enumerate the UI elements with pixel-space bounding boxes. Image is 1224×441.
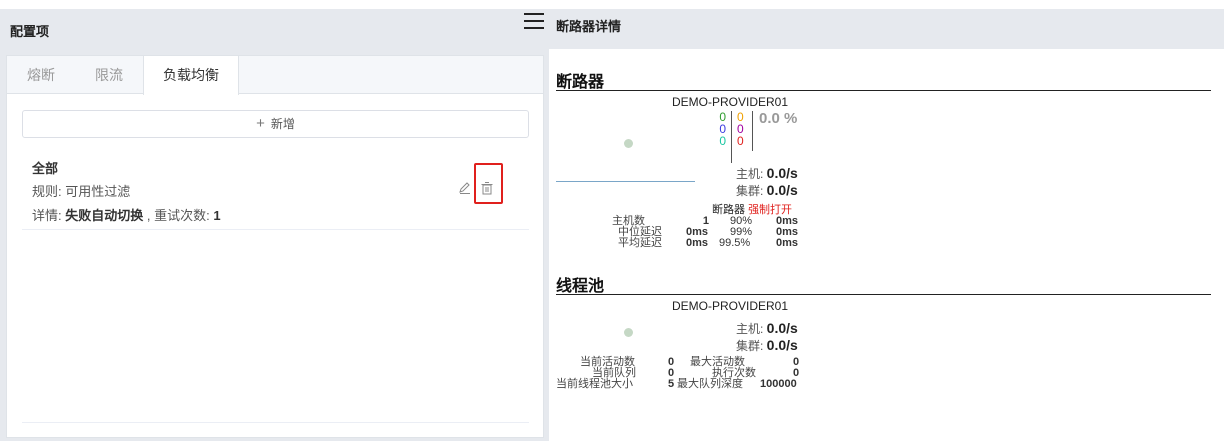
tp-stat-v1: 5 (668, 378, 675, 390)
tp-host-rate: 主机: 0.0/s (736, 320, 798, 337)
divider (752, 111, 753, 151)
config-card: 熔断 限流 负载均衡 + 新增 全部 规则: 可用性过滤 详情: 失败自动切换 ,… (6, 55, 544, 438)
cb-counts-col2: 0 0 0 (737, 111, 744, 147)
divider (556, 294, 1211, 295)
cb-host-value: 0.0/s (766, 165, 798, 181)
add-button[interactable]: + 新增 (22, 110, 529, 138)
tp-cluster-value: 0.0/s (766, 337, 798, 353)
cb-cluster-rate: 集群: 0.0/s (736, 182, 798, 199)
tp-service-name: DEMO-PROVIDER01 (672, 299, 789, 313)
detail-prefix: 详情: (32, 208, 66, 223)
delete-highlight-box (474, 163, 503, 204)
thread-pool-heading: 线程池 (556, 278, 605, 295)
retry-value: 1 (213, 208, 221, 223)
divider (556, 90, 1211, 91)
cb-stat-v3: 0ms (776, 237, 799, 249)
tp-stat-v2: 100000 (760, 378, 797, 390)
tp-stat-label2: 最大队列深度 (677, 378, 743, 390)
list-item: 全部 规则: 可用性过滤 详情: 失败自动切换 , 重试次数: 1 (22, 148, 529, 230)
tp-stat-label: 当前线程池大小 (556, 378, 633, 390)
detail-panel-title: 断路器详情 (556, 19, 622, 34)
divider (22, 422, 529, 423)
cb-counts-col1: 0 0 0 (716, 111, 726, 147)
detail-mode: 失败自动切换 (65, 208, 144, 223)
tab-rate-limit[interactable]: 限流 (95, 56, 123, 94)
tp-cluster-rate: 集群: 0.0/s (736, 337, 798, 354)
cb-cluster-value: 0.0/s (766, 182, 798, 198)
rule-line: 规则: 可用性过滤 (32, 181, 130, 200)
tab-circuit-break[interactable]: 熔断 (27, 56, 55, 94)
tp-cluster-label: 集群: (736, 339, 767, 353)
cb-service-name: DEMO-PROVIDER01 (672, 95, 789, 109)
cb-cluster-label: 集群: (736, 184, 767, 198)
rule-value: 可用性过滤 (65, 184, 131, 199)
retry-label: , 重试次数: (143, 208, 214, 223)
tp-host-value: 0.0/s (766, 320, 798, 336)
plus-icon: + (256, 115, 265, 132)
tp-health-circle (624, 328, 633, 337)
cb-host-label: 主机: (736, 167, 767, 181)
cb-error-percent: 0.0 % (759, 110, 798, 127)
rule-prefix: 规则: (32, 184, 66, 199)
add-button-label: 新增 (270, 117, 295, 131)
divider (731, 111, 732, 163)
tp-stats-table: 当前活动数 0 最大活动数 0 当前队列 0 执行次数 0 当前线程池大小 5 … (556, 357, 806, 390)
circuit-breaker-heading: 断路器 (556, 74, 605, 91)
cb-stat-v2: 99.5% (719, 237, 751, 249)
detail-line: 详情: 失败自动切换 , 重试次数: 1 (32, 205, 221, 224)
rule-name: 全部 (32, 161, 59, 176)
cb-health-circle (624, 139, 633, 148)
tp-host-label: 主机: (736, 322, 767, 336)
cb-host-rate: 主机: 0.0/s (736, 165, 798, 182)
tab-bar: 熔断 限流 负载均衡 (7, 56, 543, 95)
edit-icon[interactable] (458, 181, 472, 195)
cb-stat-label: 平均延迟 (618, 237, 662, 249)
cb-sparkline (556, 181, 695, 182)
cb-count-failure: 0 (737, 134, 744, 148)
cb-count-bad: 0 (719, 134, 726, 148)
config-panel-title: 配置项 (10, 24, 50, 39)
menu-icon[interactable] (524, 13, 544, 31)
tab-load-balance[interactable]: 负载均衡 (143, 56, 239, 95)
cb-stat-v1: 0ms (686, 237, 709, 249)
